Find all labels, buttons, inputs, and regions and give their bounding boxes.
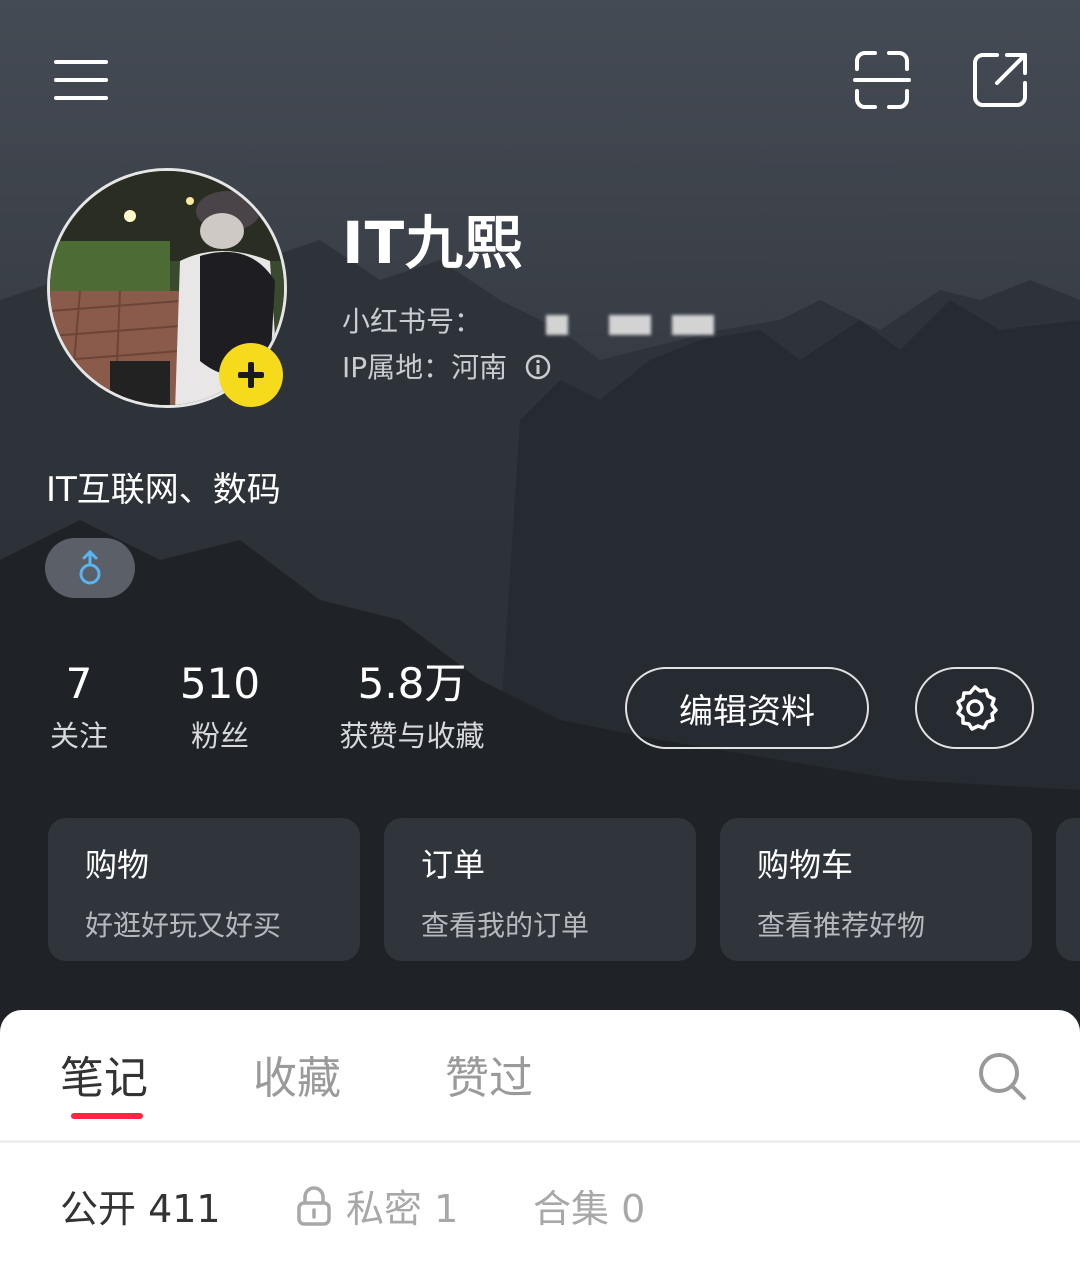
shopping-card[interactable]: 购物 好逛好玩又好买 [48, 818, 360, 961]
subtab-private-label: 私密 1 [346, 1187, 459, 1231]
stat-likes-value: 5.8万 [357, 659, 467, 708]
divider [0, 1140, 1080, 1143]
share-button[interactable] [970, 50, 1030, 110]
bio-text: IT互联网、数码 [46, 470, 281, 510]
tab-notes[interactable]: 笔记 [60, 1042, 148, 1106]
subtab-private[interactable]: 私密 1 [296, 1178, 458, 1233]
redacted-id [609, 315, 651, 335]
scan-button[interactable] [852, 50, 912, 110]
next-card-peek[interactable] [1056, 818, 1080, 961]
settings-button[interactable] [915, 667, 1034, 749]
username: IT九熙 [342, 209, 524, 277]
info-icon[interactable] [524, 353, 552, 381]
gear-icon [955, 685, 998, 731]
card-subtitle: 查看推荐好物 [757, 909, 926, 942]
card-title: 订单 [421, 846, 486, 884]
redacted-id [672, 315, 714, 335]
search-button[interactable] [976, 1050, 1028, 1102]
male-icon [79, 550, 101, 585]
cart-card[interactable]: 购物车 查看推荐好物 [720, 818, 1032, 961]
redacted-id [546, 315, 568, 335]
stat-following-value: 7 [65, 659, 93, 708]
orders-card[interactable]: 订单 查看我的订单 [384, 818, 696, 961]
plus-icon [238, 362, 264, 388]
card-title: 购物车 [757, 846, 854, 884]
stat-likes[interactable]: 5.8万 获赞与收藏 [326, 658, 498, 756]
stat-following-label: 关注 [49, 719, 108, 753]
menu-button[interactable] [50, 52, 112, 108]
search-icon [979, 1053, 1026, 1100]
card-subtitle: 好逛好玩又好买 [85, 909, 282, 942]
xhs-id-label: 小红书号： [342, 305, 483, 338]
edit-profile-button[interactable]: 编辑资料 [625, 667, 869, 749]
stat-likes-label: 获赞与收藏 [339, 719, 485, 753]
active-tab-indicator [71, 1113, 143, 1119]
add-avatar-button[interactable] [219, 343, 283, 407]
stat-followers-label: 粉丝 [190, 719, 249, 753]
card-title: 购物 [85, 846, 150, 884]
subtab-albums[interactable]: 合集 0 [533, 1178, 645, 1233]
card-subtitle: 查看我的订单 [421, 909, 590, 942]
tab-collections[interactable]: 收藏 [253, 1042, 341, 1106]
stat-followers[interactable]: 510 粉丝 [178, 658, 262, 756]
subtab-public[interactable]: 公开 411 [60, 1178, 221, 1233]
tab-liked[interactable]: 赞过 [445, 1042, 533, 1106]
lock-icon [297, 1185, 331, 1226]
share-icon [973, 53, 1027, 107]
gender-tag [45, 538, 135, 598]
hamburger-menu-icon [54, 60, 108, 100]
stat-following[interactable]: 7 关注 [40, 658, 118, 756]
scan-icon [853, 51, 911, 109]
ip-location: IP属地：河南 [342, 346, 552, 386]
stat-followers-value: 510 [179, 659, 261, 708]
ip-location-text: IP属地：河南 [342, 351, 508, 384]
